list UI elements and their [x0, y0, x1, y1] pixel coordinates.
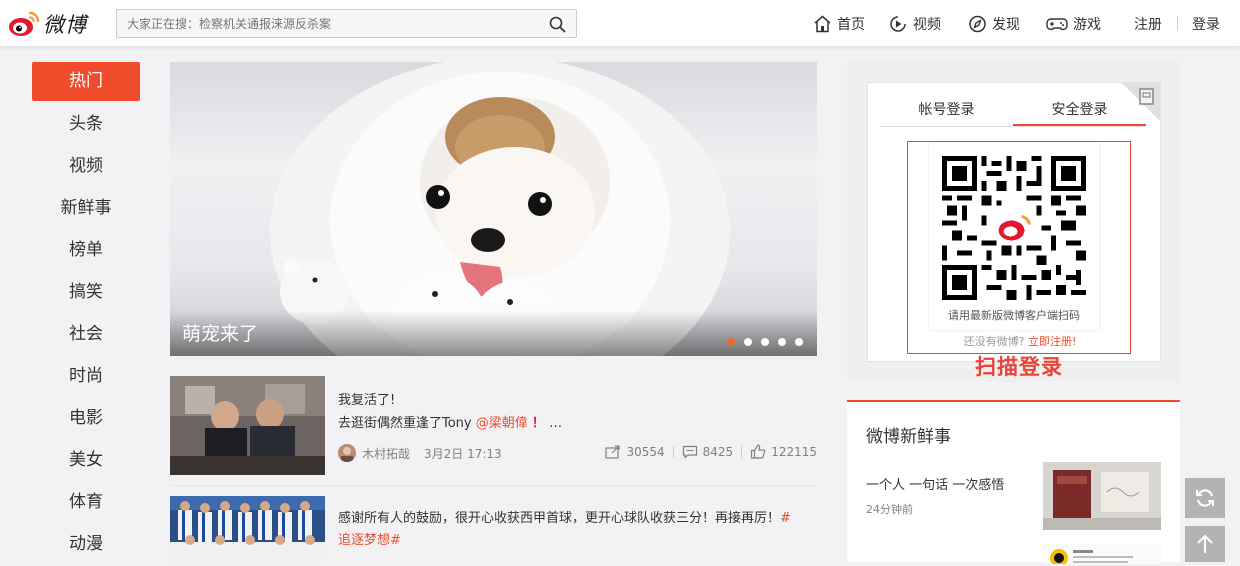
login-card: 帐号登录 安全登录 请用最新版微博客户端扫码 还没有微博? 立即注册!: [867, 82, 1161, 362]
carousel-dot[interactable]: [795, 338, 803, 346]
arrow-up-icon: [1197, 534, 1213, 553]
like-count: 122115: [771, 444, 817, 459]
sidebar-item-fashion[interactable]: 时尚: [32, 356, 140, 398]
feed-body[interactable]: 感谢所有人的鼓励，很开心收获西甲首球，更开心球队收获三分！再接再厉！# 追逐梦想…: [338, 508, 808, 552]
category-sidebar: 热门 头条 视频 新鲜事 榜单 搞笑 社会 时尚 电影 美女 体育 动漫: [32, 62, 140, 566]
mention-link[interactable]: @梁朝偉: [476, 416, 528, 431]
nav-video[interactable]: 视频: [889, 14, 941, 34]
hero-banner[interactable]: 萌宠来了: [170, 62, 817, 356]
stat-divider: [741, 445, 743, 458]
weibo-news-panel: 微博新鲜事 一个人 一句话 一次感悟 24分钟前: [847, 400, 1180, 564]
register-link[interactable]: 注册: [1134, 14, 1162, 34]
feed-meta: 木村拓哉 3月2日 17:13: [338, 444, 502, 462]
sidebar-item-beauty[interactable]: 美女: [32, 440, 140, 482]
nav-home[interactable]: 首页: [813, 14, 865, 34]
sidebar-item-society[interactable]: 社会: [32, 314, 140, 356]
nav-discover[interactable]: 发现: [968, 14, 1020, 34]
sidebar-item-movies[interactable]: 电影: [32, 398, 140, 440]
top-navigation-bar: 微博 首页 视频 发现 游戏 注册 登录: [0, 0, 1240, 47]
sidebar-item-sports[interactable]: 体育: [32, 482, 140, 524]
hashtag-link[interactable]: #: [780, 511, 791, 526]
ellipsis-text: …: [549, 416, 563, 431]
feed-thumbnail[interactable]: [170, 376, 325, 475]
feed-stats: 30554 8425 122115: [605, 444, 817, 459]
no-account-line: 还没有微博? 立即注册!: [908, 333, 1132, 349]
weibo-logo-icon: [9, 11, 40, 36]
nav-divider: [1177, 16, 1178, 30]
feed-title[interactable]: 我复活了!: [338, 390, 395, 412]
feed-body[interactable]: 去逛街偶然重逢了Tony @梁朝偉 ！ …: [338, 413, 562, 435]
search-icon[interactable]: [549, 16, 566, 37]
carousel-dot[interactable]: [778, 338, 786, 346]
register-label: 注册: [1134, 17, 1162, 33]
qr-code-image[interactable]: [942, 156, 1086, 300]
stat-divider: [672, 445, 674, 458]
comment-icon: [682, 445, 697, 459]
no-account-text: 还没有微博?: [963, 335, 1025, 348]
login-tabs: 帐号登录 安全登录: [880, 99, 1146, 127]
login-label: 登录: [1192, 17, 1220, 33]
author-name[interactable]: 木村拓哉: [362, 445, 410, 462]
qr-hint-text: 请用最新版微博客户端扫码: [948, 309, 1080, 322]
sidebar-item-funny[interactable]: 搞笑: [32, 272, 140, 314]
tab-account-login[interactable]: 帐号登录: [880, 99, 1013, 126]
qr-code-frame: 请用最新版微博客户端扫码 还没有微博? 立即注册!: [907, 141, 1131, 354]
avatar[interactable]: [338, 444, 356, 462]
feed-item[interactable]: 我复活了! 去逛街偶然重逢了Tony @梁朝偉 ！ … 木村拓哉 3月2日 17…: [170, 376, 817, 486]
logo-text: 微博: [43, 13, 87, 37]
carousel-dots: [727, 338, 803, 346]
video-icon: [889, 15, 908, 33]
thumbs-up-icon: [751, 444, 766, 459]
sidebar-item-hot[interactable]: 热门: [32, 62, 140, 101]
qr-code-card: 请用最新版微博客户端扫码: [929, 142, 1099, 330]
news-headline[interactable]: 一个人 一句话 一次感悟: [866, 474, 1004, 493]
like-button[interactable]: 122115: [750, 444, 817, 459]
feed-item[interactable]: 感谢所有人的鼓励，很开心收获西甲首球，更开心球队收获三分！再接再厉！# 追逐梦想…: [170, 496, 817, 562]
sidebar-item-headlines[interactable]: 头条: [32, 104, 140, 146]
news-time: 24分钟前: [866, 503, 913, 516]
repost-icon: [605, 444, 621, 459]
sidebar-item-ranking[interactable]: 榜单: [32, 230, 140, 272]
sidebar-item-fresh[interactable]: 新鲜事: [32, 188, 140, 230]
register-now-link[interactable]: 立即注册!: [1028, 335, 1076, 348]
news-panel-title: 微博新鲜事: [866, 427, 951, 447]
search-box: [116, 9, 577, 38]
carousel-dot[interactable]: [727, 338, 735, 346]
refresh-button[interactable]: [1185, 478, 1225, 518]
banner-caption: 萌宠来了: [182, 323, 259, 345]
news-second-thumbnail[interactable]: [1043, 544, 1161, 564]
login-panel: 帐号登录 安全登录 请用最新版微博客户端扫码 还没有微博? 立即注册! 扫描登录: [847, 62, 1180, 382]
compass-icon: [968, 15, 987, 33]
scan-login-label: 扫描登录: [975, 355, 1063, 379]
post-time: 3月2日 17:13: [424, 446, 502, 461]
nav-discover-label: 发现: [992, 17, 1020, 33]
feed-body-text: 感谢所有人的鼓励，很开心收获西甲首球，更开心球队收获三分！再接再厉！: [338, 511, 781, 526]
refresh-icon: [1196, 489, 1214, 507]
banner-shade: [170, 310, 817, 356]
home-icon: [813, 15, 832, 33]
nav-home-label: 首页: [837, 17, 865, 33]
search-input[interactable]: [117, 10, 537, 37]
comment-count: 8425: [702, 444, 734, 459]
nav-video-label: 视频: [913, 17, 941, 33]
repost-button[interactable]: 30554: [605, 444, 665, 459]
feed-thumbnail[interactable]: [170, 496, 325, 562]
hashtag-link[interactable]: 追逐梦想#: [338, 533, 401, 548]
gamepad-icon: [1046, 15, 1068, 33]
news-thumbnail[interactable]: [1043, 462, 1161, 530]
nav-games[interactable]: 游戏: [1046, 14, 1101, 34]
sidebar-item-anime[interactable]: 动漫: [32, 524, 140, 566]
carousel-dot[interactable]: [761, 338, 769, 346]
back-to-top-button[interactable]: [1185, 526, 1225, 562]
exclaim-mark: ！: [531, 416, 545, 431]
sidebar-item-video[interactable]: 视频: [32, 146, 140, 188]
switch-login-mode-icon[interactable]: [1122, 83, 1160, 121]
nav-games-label: 游戏: [1073, 17, 1101, 33]
login-link[interactable]: 登录: [1192, 14, 1220, 34]
repost-count: 30554: [626, 444, 665, 459]
carousel-dot[interactable]: [744, 338, 752, 346]
weibo-logo[interactable]: 微博: [8, 9, 87, 39]
feed-body-text: 去逛街偶然重逢了Tony: [338, 416, 472, 431]
comment-button[interactable]: 8425: [682, 444, 734, 459]
